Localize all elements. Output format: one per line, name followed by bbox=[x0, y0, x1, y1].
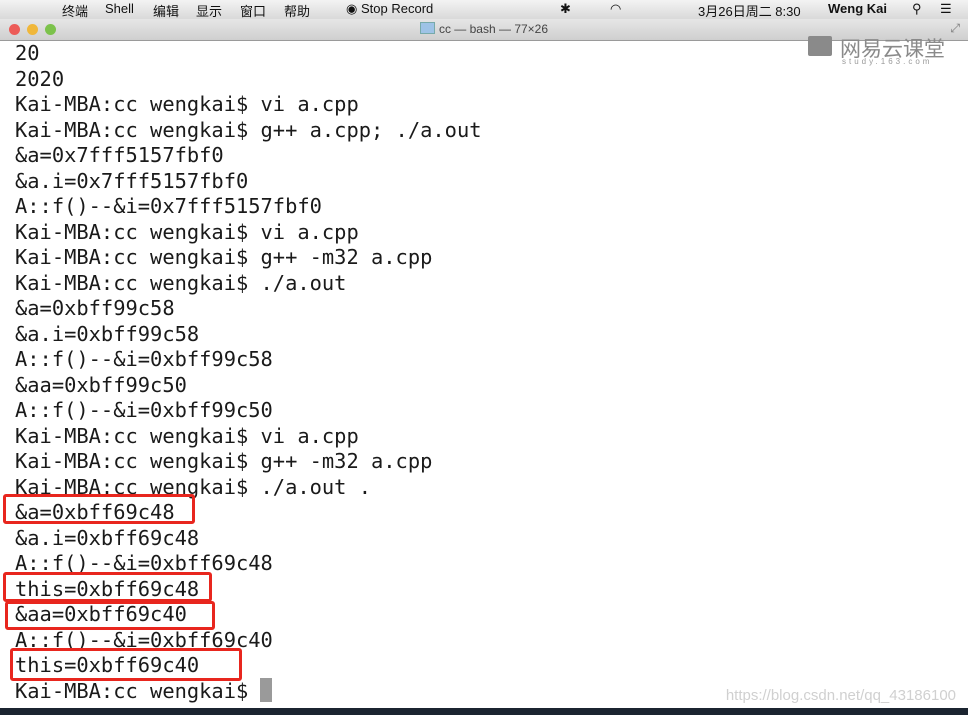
terminal-line: Kai-MBA:cc wengkai$ g++ -m32 a.cpp bbox=[15, 449, 433, 473]
terminal-line: Kai-MBA:cc wengkai$ bbox=[15, 678, 261, 703]
highlight-box bbox=[3, 572, 212, 602]
highlight-box bbox=[5, 601, 215, 630]
terminal-line: &a.i=0xbff69c48 bbox=[15, 525, 200, 550]
bluetooth-icon[interactable]: ✱ bbox=[560, 1, 571, 17]
terminal-line: Kai-MBA:cc wengkai$ ./a.out bbox=[15, 270, 347, 295]
wifi-icon[interactable]: ◠ bbox=[610, 1, 621, 17]
menu-bar: 终端 Shell 编辑 显示 窗口 帮助 ◉ Stop Record ✱ ◠ 3… bbox=[0, 0, 968, 19]
highlight-box bbox=[10, 648, 242, 681]
stop-record-button[interactable]: Stop Record bbox=[361, 1, 433, 16]
spotlight-icon[interactable]: ⚲ bbox=[912, 1, 922, 17]
fullscreen-icon[interactable]: ⤢ bbox=[950, 21, 960, 36]
folder-icon bbox=[419, 22, 435, 34]
terminal-line: &a=0x7fff5157fbf0 bbox=[15, 143, 224, 167]
record-icon: ◉ bbox=[346, 1, 358, 16]
terminal-line: Kai-MBA:cc wengkai$ vi a.cpp bbox=[15, 219, 359, 244]
terminal-line: Kai-MBA:cc wengkai$ vi a.cpp bbox=[15, 92, 359, 116]
terminal-line: A::f()--&i=0x7fff5157fbf0 bbox=[15, 194, 322, 218]
terminal-line: 2020 bbox=[15, 66, 65, 91]
menu-shell[interactable]: Shell bbox=[105, 1, 134, 16]
terminal-line: &a=0xbff99c58 bbox=[15, 296, 175, 320]
terminal-cursor bbox=[260, 678, 272, 702]
menu-help[interactable]: 帮助 bbox=[284, 1, 310, 20]
terminal-line: 20 bbox=[15, 41, 40, 65]
user-name[interactable]: Weng Kai bbox=[828, 1, 887, 16]
window-title: cc — bash — 77×26 bbox=[438, 22, 549, 36]
menu-app[interactable]: 终端 bbox=[62, 1, 88, 20]
menu-window[interactable]: 窗口 bbox=[240, 1, 266, 20]
menu-view[interactable]: 显示 bbox=[196, 1, 222, 20]
terminal-line: Kai-MBA:cc wengkai$ g++ -m32 a.cpp bbox=[15, 245, 433, 269]
clock[interactable]: 3月26日周二 8:30 bbox=[698, 1, 801, 20]
terminal-line: Kai-MBA:cc wengkai$ vi a.cpp bbox=[15, 423, 359, 448]
highlight-box bbox=[3, 494, 195, 524]
terminal-line: Kai-MBA:cc wengkai$ g++ a.cpp; ./a.out bbox=[15, 117, 482, 142]
terminal-line: &a.i=0x7fff5157fbf0 bbox=[15, 168, 249, 193]
terminal-line: A::f()--&i=0xbff99c58 bbox=[15, 347, 273, 371]
menu-edit[interactable]: 编辑 bbox=[153, 1, 179, 20]
notification-icon[interactable]: ☰ bbox=[940, 1, 952, 17]
terminal-line: &aa=0xbff99c50 bbox=[15, 372, 187, 397]
csdn-watermark: https://blog.csdn.net/qq_43186100 bbox=[725, 687, 956, 704]
terminal-line: &a.i=0xbff99c58 bbox=[15, 321, 200, 346]
terminal-line: A::f()--&i=0xbff99c50 bbox=[15, 398, 273, 422]
